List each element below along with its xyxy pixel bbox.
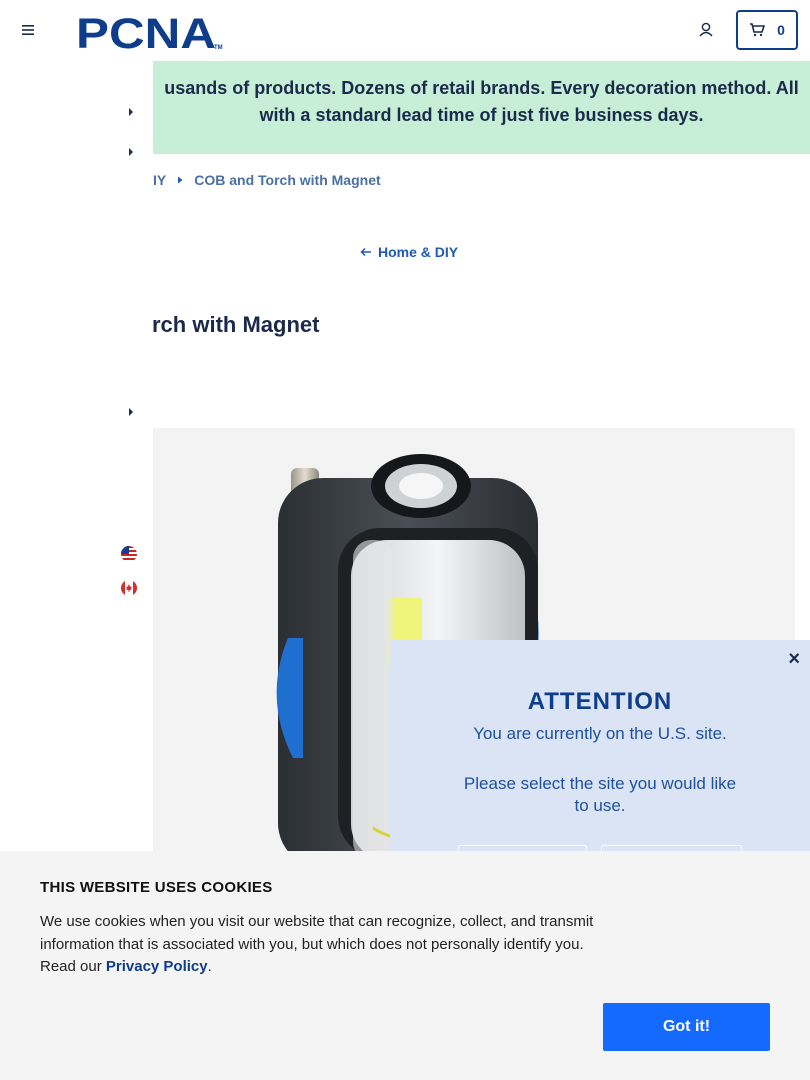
chevron-right-icon[interactable] [126, 147, 136, 157]
chevron-right-icon[interactable] [126, 107, 136, 117]
side-menu-panel [0, 60, 153, 880]
promo-banner: usands of products. Dozens of retail bra… [153, 61, 810, 154]
cart-button[interactable]: 0 [736, 10, 798, 50]
ca-flag-icon[interactable] [121, 580, 137, 596]
page-title: rch with Magnet [152, 312, 320, 337]
close-icon[interactable]: × [788, 648, 800, 671]
breadcrumb: IY COB and Torch with Magnet [153, 172, 381, 188]
cart-count: 0 [777, 22, 785, 38]
cookie-text: We use cookies when you visit our websit… [40, 911, 600, 979]
back-to-category-link[interactable]: Home & DIY [360, 244, 458, 260]
cart-icon [750, 23, 766, 37]
modal-title: ATTENTION [527, 688, 673, 715]
cookie-period: . [207, 958, 212, 975]
modal-select-prompt: Please select the site you would like to… [463, 774, 737, 815]
us-flag-icon[interactable] [121, 546, 137, 562]
site-header: PCNA TM 0 [0, 0, 810, 60]
pcna-logo[interactable]: PCNA TM [76, 10, 226, 52]
modal-current-site-text: You are currently on the U.S. site. [473, 724, 727, 743]
back-link-label: Home & DIY [378, 244, 459, 260]
breadcrumb-parent[interactable]: IY [153, 172, 166, 188]
chevron-right-icon [178, 176, 183, 184]
breadcrumb-current: COB and Torch with Magnet [194, 172, 381, 188]
promo-line-2: with a standard lead time of just five b… [259, 105, 704, 125]
cookie-consent-bar: THIS WEBSITE USES COOKIES We use cookies… [0, 851, 810, 1080]
account-icon[interactable] [696, 20, 716, 40]
promo-line-1: usands of products. Dozens of retail bra… [164, 78, 799, 98]
arrow-left-icon [360, 247, 371, 257]
logo-text: PCNA [76, 10, 216, 52]
logo-tm: TM [214, 45, 223, 51]
chevron-right-icon[interactable] [126, 407, 136, 417]
cookie-title: THIS WEBSITE USES COOKIES [40, 879, 273, 896]
got-it-button[interactable]: Got it! [603, 1003, 770, 1051]
promo-banner-text: usands of products. Dozens of retail bra… [153, 75, 810, 129]
privacy-policy-link[interactable]: Privacy Policy [106, 958, 208, 975]
hamburger-icon[interactable] [20, 22, 36, 38]
